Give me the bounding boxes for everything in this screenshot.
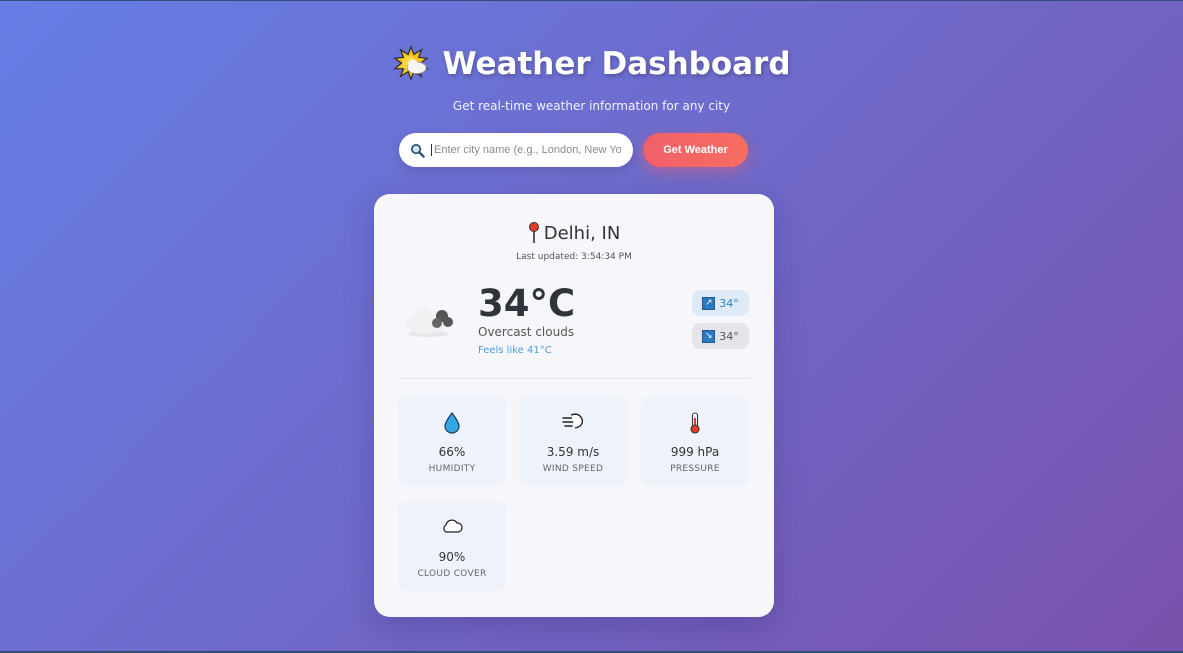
header: Weather Dashboard Get real-time weather … [0,45,1183,113]
divider [398,378,750,379]
search-icon [411,143,425,158]
wind-speed-value: 3.59 m/s [546,445,600,459]
pressure-value: 999 hPa [670,445,720,459]
humidity-label: HUMIDITY [428,464,476,474]
sun-behind-cloud-icon [393,45,430,82]
pin-icon [528,222,539,243]
feels-like: Feels like 41°C [478,345,552,356]
cloud-icon [406,307,453,337]
page-title-wrap: Weather Dashboard [392,45,791,83]
stat-pressure: 999 hPa PRESSURE [641,396,749,486]
cloud-cover-value: 90% [438,550,466,564]
arrow-down-right-icon: ↘ [702,329,716,343]
humidity-value: 66% [438,445,466,459]
max-temp-value: 34° [719,296,739,310]
stat-humidity: 66% HUMIDITY [398,396,506,486]
page-subtitle: Get real-time weather information for an… [452,99,731,113]
pressure-label: PRESSURE [670,464,720,474]
stat-wind-speed: 3.59 m/s WIND SPEED [519,396,627,486]
last-updated: Last updated: 3:54:34 PM [516,252,632,262]
cloud-cover-label: CLOUD COVER [417,569,487,579]
location-line: Delhi, IN [374,222,774,244]
temperature: 34°C [478,282,576,325]
wind-speed-label: WIND SPEED [542,464,604,474]
page-title: Weather Dashboard [442,46,791,82]
weather-card: Delhi, IN Last updated: 3:54:34 PM 34°C … [374,194,774,617]
search-bar: Get Weather [399,133,748,167]
max-temp-badge: ↗ 34° [692,290,749,316]
condition-description: Overcast clouds [478,325,575,339]
city-search-input[interactable] [431,144,621,156]
location-name: Delhi, IN [543,222,621,244]
arrow-up-right-icon: ↗ [702,296,716,310]
wind-icon [562,413,584,429]
droplet-icon [444,412,460,434]
thermometer-icon [690,412,700,434]
get-weather-button[interactable]: Get Weather [643,133,748,167]
cloud-icon [443,519,463,533]
stat-cloud-cover: 90% CLOUD COVER [398,501,506,591]
min-temp-value: 34° [719,329,739,343]
search-box[interactable] [399,133,633,167]
min-temp-badge: ↘ 34° [692,323,749,349]
